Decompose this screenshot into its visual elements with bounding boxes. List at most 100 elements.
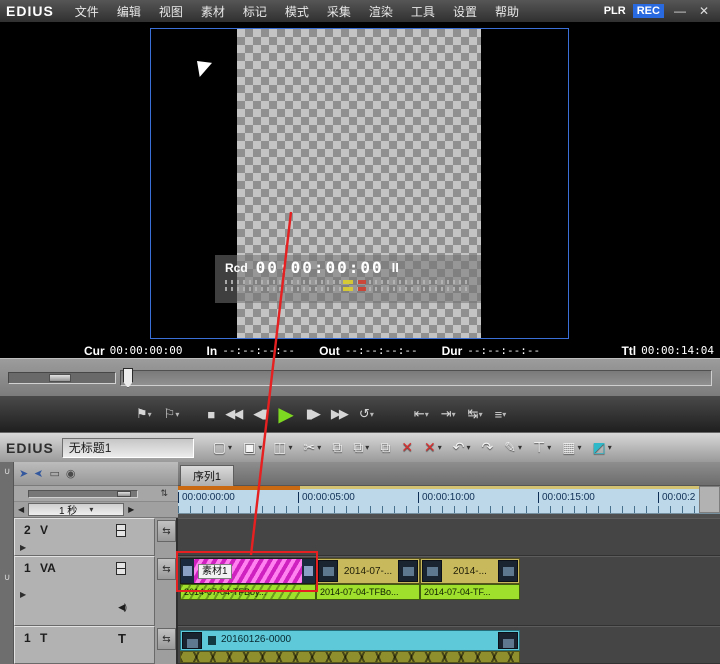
title-track-icon[interactable]: T [118, 631, 126, 646]
chevron-down-icon: ▾ [425, 410, 429, 419]
title-icon: ⊤ [533, 439, 545, 456]
scale-increase-button[interactable]: ▶ [124, 505, 138, 514]
zoom-updown-icon[interactable]: ⇅ [160, 488, 168, 499]
previous-frame-button[interactable]: ◀▮ [247, 406, 272, 422]
audio-clip-3[interactable]: 2014-07-04-TF... [420, 584, 520, 600]
ripple-delete-button[interactable]: ✕▾ [419, 439, 447, 456]
audio-clip-1[interactable]: 2014-07-04-TFBoy... [180, 584, 316, 600]
menu-item-mode[interactable]: 模式 [276, 3, 318, 20]
menu-item-view[interactable]: 视图 [150, 3, 192, 20]
jump-button[interactable]: ↹▾ [462, 406, 489, 422]
recorder-mode-button[interactable]: REC [633, 4, 664, 18]
cut-button[interactable]: ✂▾ [299, 439, 327, 456]
shuttle-slider-handle[interactable] [49, 374, 71, 382]
menu-item-edit[interactable]: 编辑 [108, 3, 150, 20]
title-button[interactable]: ⊤▾ [528, 439, 556, 456]
lane-2v[interactable] [178, 518, 720, 556]
title-mixer-bar[interactable] [180, 651, 520, 663]
project-name-box[interactable]: 无标题1 [62, 438, 194, 458]
loop-playback-button[interactable]: ↺▾ [353, 406, 380, 422]
paste-button[interactable]: ⧉▾ [348, 439, 374, 456]
insert-mode-icon[interactable]: ➤ [34, 467, 43, 480]
scale-value-dropdown[interactable]: 1 秒 ▾ [28, 503, 124, 516]
go-to-out-button[interactable]: ⇥▾ [435, 406, 462, 422]
timeline-zoom-handle[interactable] [117, 491, 131, 497]
track-header-2v[interactable]: 2 V ▶ [14, 518, 155, 556]
chevron-down-icon: ▾ [365, 443, 369, 452]
clip-2014-07-a[interactable]: 2014-07-... [316, 558, 420, 584]
track-sync-button[interactable]: ⇆ [157, 558, 176, 580]
track-expander-icon[interactable]: ▶ [20, 590, 26, 599]
new-sequence-button[interactable]: ▢▾ [208, 439, 237, 456]
player-mode-button[interactable]: PLR [604, 5, 626, 17]
redo-button[interactable]: ↷ [477, 439, 499, 456]
rewind-button[interactable]: ◀◀ [219, 406, 247, 422]
track-group-icon[interactable]: ∪ [0, 572, 14, 583]
shuttle-slider[interactable] [8, 372, 116, 384]
ruler-scroll-button[interactable] [699, 486, 720, 513]
speaker-icon[interactable]: ◀) [118, 602, 126, 613]
track-header-1t[interactable]: 1 T T [14, 626, 155, 664]
timeline-ruler[interactable]: 00:00:00:00 00:00:05:00 00:00:10:00 00:0… [178, 486, 720, 514]
panel-box-icon[interactable]: ▭ [49, 467, 59, 480]
stop-button[interactable]: ■ [201, 407, 219, 422]
menu-item-file[interactable]: 文件 [66, 3, 108, 20]
chevron-down-icon: ▾ [577, 443, 581, 452]
import-button[interactable]: ▣▾ [238, 439, 267, 456]
video-enable-icon[interactable] [116, 524, 126, 537]
chevron-down-icon: ▾ [518, 443, 522, 452]
panel-target-icon[interactable]: ◉ [66, 467, 76, 480]
audio-hatch-overlay [181, 585, 301, 599]
play-button[interactable]: ▶ [272, 402, 299, 427]
redo-icon: ↷ [482, 439, 494, 456]
undo-button[interactable]: ↶▾ [448, 439, 476, 456]
position-slider[interactable] [120, 370, 712, 386]
shuttle-button[interactable]: ≡▾ [489, 407, 513, 422]
tab-sequence-1[interactable]: 序列1 [180, 465, 234, 486]
audio-clip-label: 2014-07-04-TF... [424, 587, 491, 597]
title-bar: EDIUS 文件 编辑 视图 素材 标记 模式 采集 渲染 工具 设置 帮助 P… [0, 0, 720, 22]
timeline-zoom-slider[interactable] [28, 490, 138, 498]
menu-item-tools[interactable]: 工具 [402, 3, 444, 20]
menu-item-marker[interactable]: 标记 [234, 3, 276, 20]
track-header-1va[interactable]: 1 VA ▶ ◀) [14, 556, 155, 626]
video-preview[interactable]: Rcd 00:00:00:00 II [150, 28, 569, 339]
track-type: VA [40, 561, 56, 575]
mixer-button[interactable]: ▦▾ [557, 439, 586, 456]
menu-item-help[interactable]: 帮助 [486, 3, 528, 20]
next-frame-button[interactable]: ▮▶ [300, 406, 325, 422]
track-expander-icon[interactable]: ▶ [20, 543, 26, 552]
save-project-button[interactable]: ◫▾ [268, 439, 297, 456]
go-to-in-button[interactable]: ⇤▾ [408, 406, 435, 422]
clip-head-thumbnail [422, 560, 442, 582]
play-icon: ▶ [278, 402, 293, 427]
copy-button[interactable]: ⧉ [327, 439, 347, 456]
clip-head-thumbnail [318, 560, 338, 582]
clip-tail-thumbnail [498, 560, 518, 582]
menu-item-render[interactable]: 渲染 [360, 3, 402, 20]
video-enable-icon[interactable] [116, 562, 126, 575]
menu-item-clip[interactable]: 素材 [192, 3, 234, 20]
track-sync-button[interactable]: ⇆ [157, 520, 176, 542]
ripple-mode-icon[interactable]: ➤ [19, 467, 28, 480]
delete-button[interactable]: ✕ [396, 439, 418, 456]
ruler-timecode: 00:00:15:00 [538, 492, 658, 503]
clip-2014-07-b[interactable]: 2014-... [420, 558, 520, 584]
set-mark-in-button[interactable]: ⚑▾ [130, 406, 158, 422]
duplicate-button[interactable]: ⧉ [375, 439, 395, 456]
clip-suocai1[interactable]: 素材1 [180, 558, 316, 584]
position-marker[interactable] [123, 368, 133, 388]
close-button[interactable]: ✕ [696, 4, 712, 18]
menu-item-capture[interactable]: 采集 [318, 3, 360, 20]
title-clip-20160126[interactable]: 20160126-0000 [180, 630, 520, 651]
track-sync-button[interactable]: ⇆ [157, 628, 176, 650]
draw-button[interactable]: ✎▾ [499, 439, 527, 456]
audio-clip-2[interactable]: 2014-07-04-TFBo... [316, 584, 420, 600]
set-mark-out-button[interactable]: ⚐▾ [158, 406, 186, 422]
menu-item-settings[interactable]: 设置 [444, 3, 486, 20]
fast-forward-button[interactable]: ▶▶ [325, 406, 353, 422]
export-button[interactable]: ◩▾ [588, 439, 617, 456]
scale-decrease-button[interactable]: ◀ [14, 505, 28, 514]
minimize-button[interactable]: — [671, 4, 689, 18]
track-group-icon[interactable]: ∪ [0, 466, 14, 477]
